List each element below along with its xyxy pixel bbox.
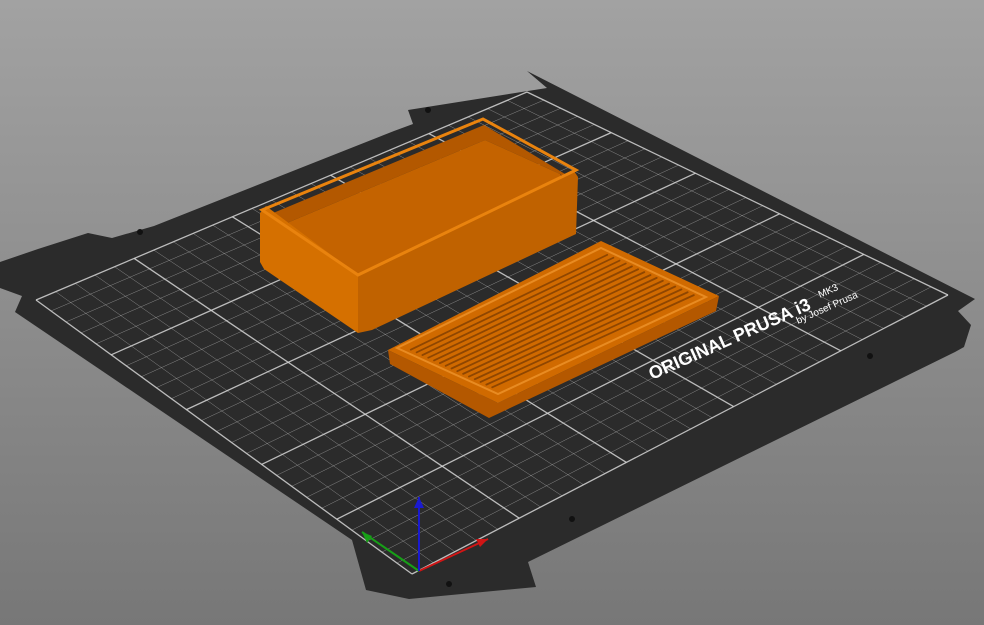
- 3d-viewport[interactable]: ORIGINAL PRUSA i3 MK3 by Josef Prusa: [0, 0, 984, 625]
- scene-canvas[interactable]: ORIGINAL PRUSA i3 MK3 by Josef Prusa: [0, 0, 984, 625]
- bed-hole: [569, 516, 575, 522]
- bed-hole: [137, 229, 143, 235]
- bed-hole: [867, 353, 873, 359]
- bed-hole: [446, 581, 452, 587]
- bed-hole: [425, 107, 431, 113]
